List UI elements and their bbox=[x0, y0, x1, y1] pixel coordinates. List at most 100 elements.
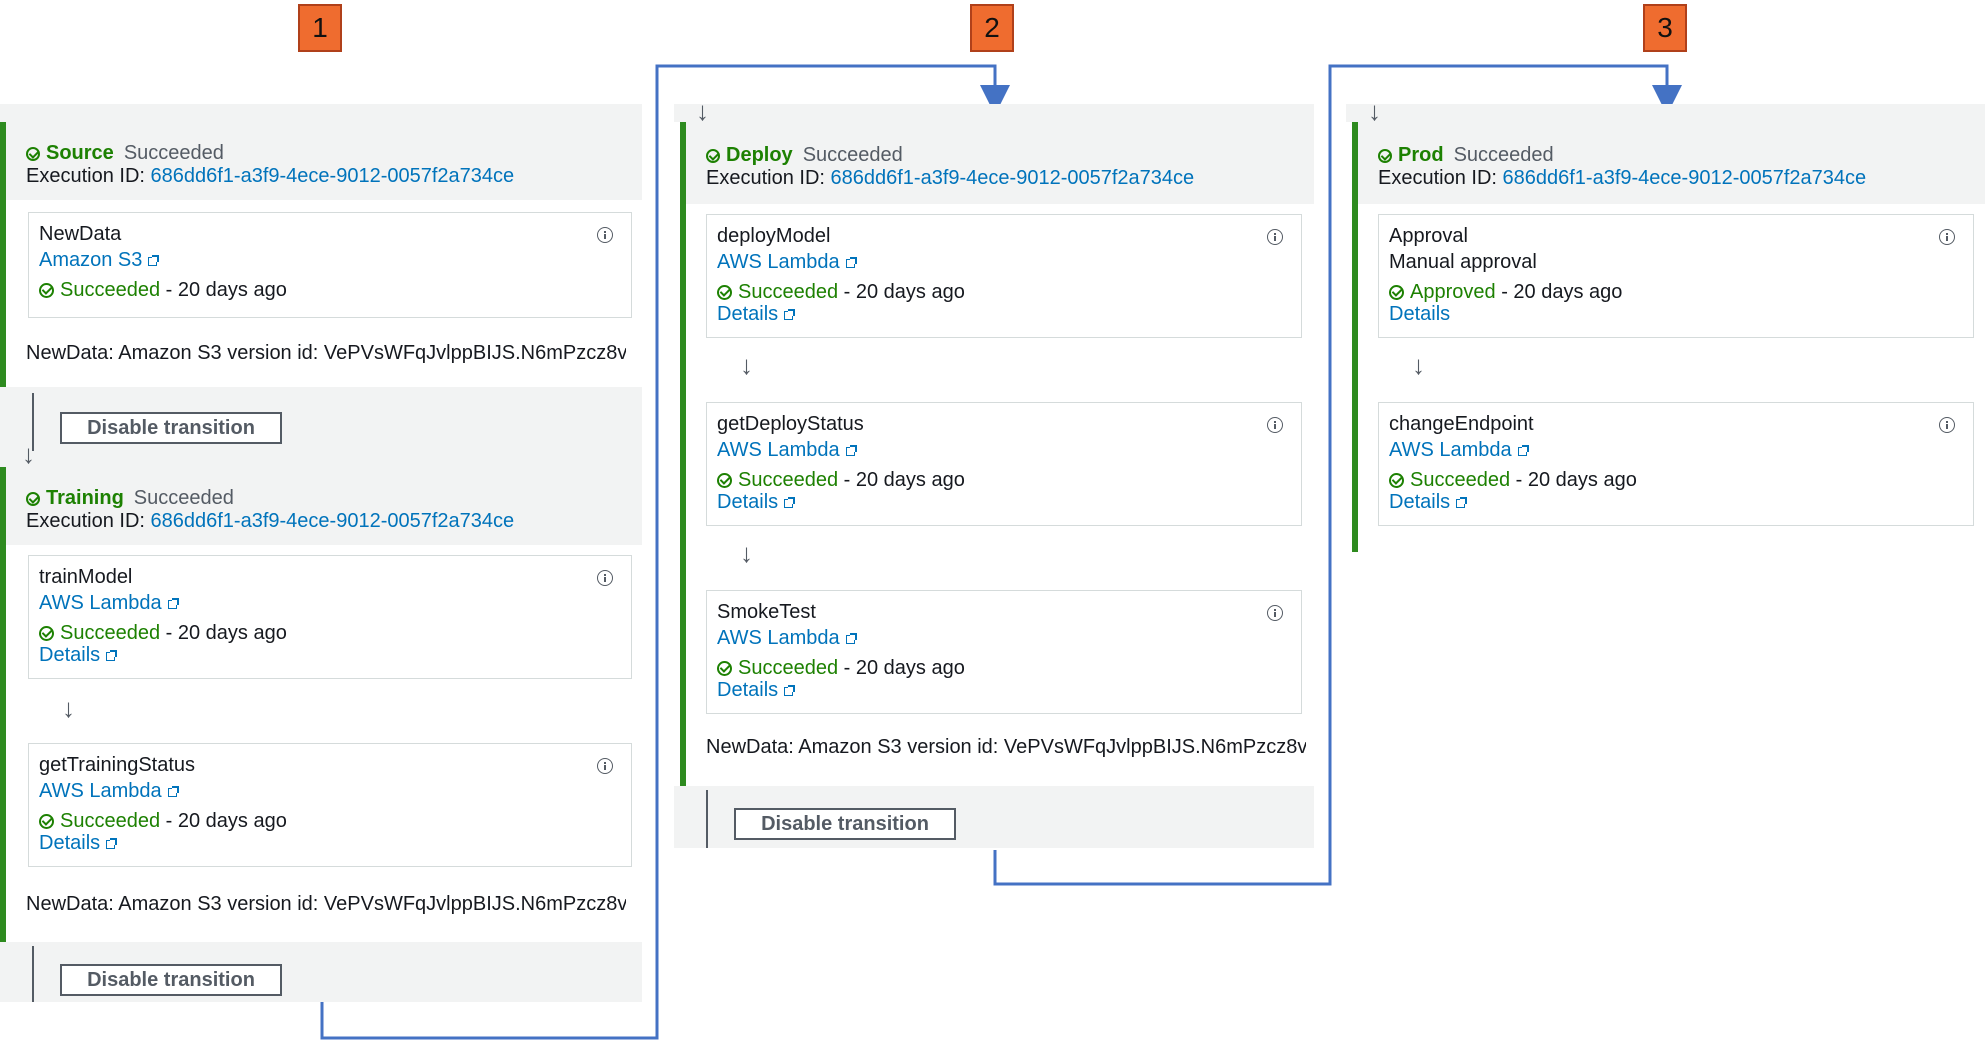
stage-header: Deploy Succeeded Execution ID: 686dd6f1-a… bbox=[706, 144, 1194, 190]
success-icon bbox=[706, 149, 720, 163]
artifact-info: NewData: Amazon S3 version id: VePVsWFqJ… bbox=[26, 342, 626, 364]
details-link[interactable]: Details bbox=[39, 830, 118, 856]
stage-name: Deploy bbox=[726, 144, 793, 166]
action-provider-link[interactable]: AWS Lambda bbox=[717, 625, 857, 651]
transition-training-deploy: Disable transition bbox=[0, 942, 642, 1002]
action-card-newdata: NewData Amazon S3 Succeeded - 20 days ag… bbox=[28, 212, 632, 318]
external-link-icon bbox=[1517, 445, 1529, 456]
action-provider-link[interactable]: AWS Lambda bbox=[717, 437, 857, 463]
execution-label: Execution ID: bbox=[1378, 167, 1497, 189]
info-icon[interactable] bbox=[597, 570, 613, 586]
execution-id-link[interactable]: 686dd6f1-a3f9-4ece-9012-0057f2a734ce bbox=[831, 167, 1195, 189]
stage-status: Succeeded bbox=[133, 487, 234, 509]
external-link-icon bbox=[845, 445, 857, 456]
stage-name: Prod bbox=[1398, 144, 1444, 166]
stage-status: Succeeded bbox=[802, 144, 903, 166]
down-arrow-icon: ↓ bbox=[740, 350, 753, 380]
stage-header: Source Succeeded Execution ID: 686dd6f1-a… bbox=[26, 142, 514, 188]
stage-training: Training Succeeded Execution ID: 686dd6f1… bbox=[0, 467, 642, 942]
external-link-icon bbox=[784, 309, 796, 320]
action-provider-link[interactable]: AWS Lambda bbox=[1389, 437, 1529, 463]
action-provider-link[interactable]: AWS Lambda bbox=[39, 590, 179, 616]
info-icon[interactable] bbox=[1267, 605, 1283, 621]
action-name: Approval bbox=[1389, 225, 1468, 247]
stage-deploy: Deploy Succeeded Execution ID: 686dd6f1-a… bbox=[680, 122, 1314, 786]
details-link[interactable]: Details bbox=[717, 301, 796, 327]
info-icon[interactable] bbox=[597, 227, 613, 243]
execution-id-link[interactable]: 686dd6f1-a3f9-4ece-9012-0057f2a734ce bbox=[1503, 167, 1867, 189]
down-arrow-icon: ↓ bbox=[740, 538, 753, 568]
execution-label: Execution ID: bbox=[26, 165, 145, 187]
action-card-deploymodel: deployModel AWS Lambda Succeeded - 20 da… bbox=[706, 214, 1302, 338]
artifact-info: NewData: Amazon S3 version id: VePVsWFqJ… bbox=[26, 893, 626, 915]
success-icon bbox=[717, 661, 732, 676]
execution-id-link[interactable]: 686dd6f1-a3f9-4ece-9012-0057f2a734ce bbox=[151, 510, 515, 532]
down-arrow-icon: ↓ bbox=[1368, 96, 1381, 126]
info-icon[interactable] bbox=[1267, 229, 1283, 245]
action-provider: Manual approval bbox=[1389, 251, 1537, 273]
success-icon bbox=[1378, 149, 1392, 163]
details-link[interactable]: Details bbox=[1389, 301, 1450, 327]
details-link[interactable]: Details bbox=[717, 489, 796, 515]
action-status: Succeeded - 20 days ago bbox=[39, 277, 287, 303]
stage-source: Source Succeeded Execution ID: 686dd6f1-a… bbox=[0, 122, 642, 387]
action-provider-link[interactable]: AWS Lambda bbox=[39, 778, 179, 804]
external-link-icon bbox=[1456, 497, 1468, 508]
disable-transition-button[interactable]: Disable transition bbox=[734, 808, 956, 840]
action-card-gettrainingstatus: getTrainingStatus AWS Lambda Succeeded -… bbox=[28, 743, 632, 867]
success-icon bbox=[1389, 285, 1404, 300]
action-card-smoketest: SmokeTest AWS Lambda Succeeded - 20 days… bbox=[706, 590, 1302, 714]
execution-label: Execution ID: bbox=[706, 167, 825, 189]
artifact-info: NewData: Amazon S3 version id: VePVsWFqJ… bbox=[706, 736, 1306, 758]
success-icon bbox=[1389, 473, 1404, 488]
action-provider-link[interactable]: AWS Lambda bbox=[717, 249, 857, 275]
down-arrow-icon: ↓ bbox=[22, 439, 35, 469]
stage-body: Approval Manual approval Approved - 20 d… bbox=[1358, 204, 1985, 552]
down-arrow-icon: ↓ bbox=[1412, 350, 1425, 380]
action-name: trainModel bbox=[39, 566, 133, 588]
transition-deploy-prod: Disable transition bbox=[674, 786, 1314, 848]
execution-label: Execution ID: bbox=[26, 510, 145, 532]
column-1-top-bar bbox=[0, 104, 642, 122]
info-icon[interactable] bbox=[1939, 229, 1955, 245]
stage-status: Succeeded bbox=[123, 142, 224, 164]
external-link-icon bbox=[106, 838, 118, 849]
action-name: changeEndpoint bbox=[1389, 413, 1534, 435]
disable-transition-button[interactable]: Disable transition bbox=[60, 964, 282, 996]
success-icon bbox=[717, 285, 732, 300]
action-card-approval: Approval Manual approval Approved - 20 d… bbox=[1378, 214, 1974, 338]
details-link[interactable]: Details bbox=[717, 677, 796, 703]
stage-name: Training bbox=[46, 487, 124, 509]
info-icon[interactable] bbox=[1267, 417, 1283, 433]
details-link[interactable]: Details bbox=[39, 642, 118, 668]
success-icon bbox=[39, 814, 54, 829]
success-icon bbox=[26, 492, 40, 506]
stage-header: Prod Succeeded Execution ID: 686dd6f1-a3f… bbox=[1378, 144, 1866, 190]
action-card-changeendpoint: changeEndpoint AWS Lambda Succeeded - 20… bbox=[1378, 402, 1974, 526]
success-icon bbox=[26, 147, 40, 161]
details-link[interactable]: Details bbox=[1389, 489, 1468, 515]
disable-transition-button[interactable]: Disable transition bbox=[60, 412, 282, 444]
external-link-icon bbox=[784, 497, 796, 508]
stage-body: deployModel AWS Lambda Succeeded - 20 da… bbox=[686, 204, 1314, 786]
external-link-icon bbox=[845, 633, 857, 644]
execution-id-link[interactable]: 686dd6f1-a3f9-4ece-9012-0057f2a734ce bbox=[151, 165, 515, 187]
stage-status: Succeeded bbox=[1453, 144, 1554, 166]
success-icon bbox=[39, 283, 54, 298]
transition-line bbox=[706, 790, 708, 848]
action-card-trainmodel: trainModel AWS Lambda Succeeded - 20 day… bbox=[28, 555, 632, 679]
stage-name: Source bbox=[46, 142, 114, 164]
info-icon[interactable] bbox=[597, 758, 613, 774]
action-name: deployModel bbox=[717, 225, 831, 247]
success-icon bbox=[39, 626, 54, 641]
info-icon[interactable] bbox=[1939, 417, 1955, 433]
external-link-icon bbox=[167, 598, 179, 609]
external-link-icon bbox=[167, 786, 179, 797]
action-name: NewData bbox=[39, 223, 122, 245]
external-link-icon bbox=[106, 650, 118, 661]
stage-header: Training Succeeded Execution ID: 686dd6f1… bbox=[26, 487, 514, 533]
transition-line bbox=[32, 946, 34, 1002]
external-link-icon bbox=[845, 257, 857, 268]
down-arrow-icon: ↓ bbox=[62, 693, 75, 723]
action-provider-link[interactable]: Amazon S3 bbox=[39, 247, 160, 273]
